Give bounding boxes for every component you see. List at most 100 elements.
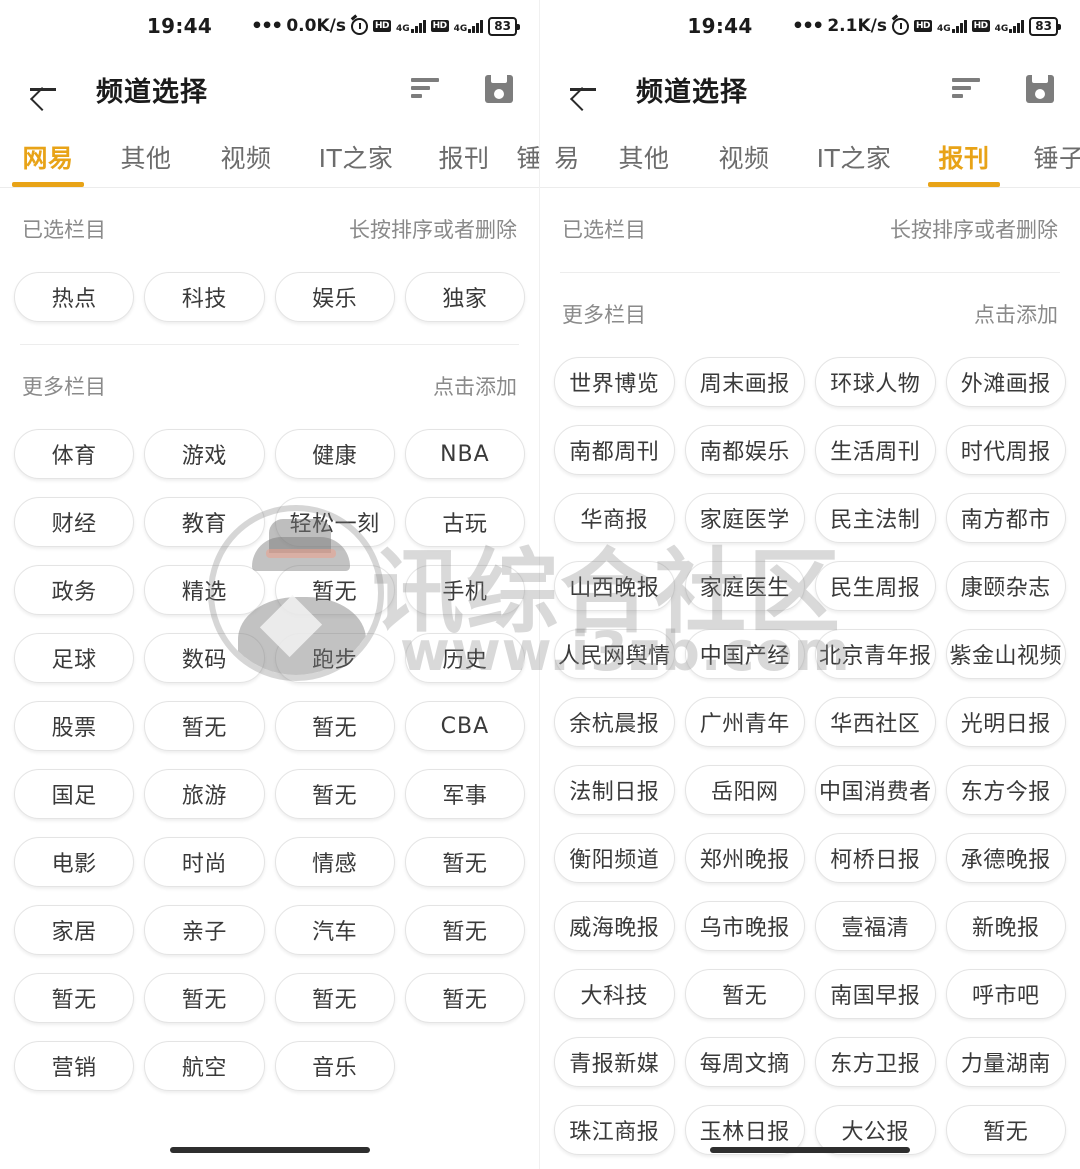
channel-chip[interactable]: 暂无 [404, 837, 525, 887]
channel-chip[interactable]: 威海晚报 [554, 901, 675, 951]
channel-chip[interactable]: 乌市晚报 [684, 901, 805, 951]
channel-chip[interactable]: 家庭医学 [684, 493, 805, 543]
channel-chip[interactable]: 周末画报 [684, 357, 805, 407]
channel-chip[interactable]: 广州青年 [684, 697, 805, 747]
back-arrow-icon[interactable] [566, 72, 600, 106]
channel-chip[interactable]: 娱乐 [274, 272, 395, 322]
channel-chip[interactable]: 岳阳网 [684, 765, 805, 815]
channel-chip[interactable]: 健康 [274, 429, 395, 479]
sort-icon[interactable] [952, 76, 982, 102]
channel-chip[interactable]: 教育 [144, 497, 265, 547]
channel-chip[interactable]: 北京青年报 [815, 629, 936, 679]
channel-chip[interactable]: 电影 [14, 837, 135, 887]
tab-4[interactable]: 报刊 [416, 139, 512, 187]
tab-0[interactable]: 网易 [0, 139, 96, 187]
channel-chip[interactable]: 新晚报 [945, 901, 1066, 951]
tab-1[interactable]: 其他 [594, 139, 694, 187]
channel-chip[interactable]: 暂无 [274, 565, 395, 615]
tab-0[interactable]: 易 [540, 139, 594, 187]
channel-chip[interactable]: 暂无 [945, 1105, 1066, 1155]
channel-chip[interactable]: 衡阳频道 [554, 833, 675, 883]
channel-chip[interactable]: 暂无 [404, 973, 525, 1023]
channel-chip[interactable]: CBA [404, 701, 525, 751]
channel-chip[interactable]: 环球人物 [815, 357, 936, 407]
channel-chip[interactable]: 暂无 [144, 973, 265, 1023]
channel-chip[interactable]: 轻松一刻 [274, 497, 395, 547]
channel-chip[interactable]: 跑步 [274, 633, 395, 683]
save-icon[interactable] [485, 75, 513, 103]
channel-chip[interactable]: 郑州晚报 [684, 833, 805, 883]
channel-chip[interactable]: 暂无 [274, 973, 395, 1023]
channel-chip[interactable]: 时尚 [144, 837, 265, 887]
channel-chip[interactable]: 珠江商报 [554, 1105, 675, 1155]
tab-5[interactable]: 锤子 [512, 139, 539, 187]
channel-chip[interactable]: 数码 [144, 633, 265, 683]
channel-chip[interactable]: 航空 [144, 1041, 265, 1091]
channel-chip[interactable]: 亲子 [144, 905, 265, 955]
channel-chip[interactable]: 南都娱乐 [684, 425, 805, 475]
channel-chip[interactable]: 承德晚报 [945, 833, 1066, 883]
channel-chip[interactable]: 中国产经 [684, 629, 805, 679]
channel-chip[interactable]: 古玩 [404, 497, 525, 547]
channel-chip[interactable]: 壹福清 [815, 901, 936, 951]
more-chip-grid[interactable]: 体育 游戏 健康 NBA 财经 教育 轻松一刻 古玩 政务 精选 暂无 手机 足球 数码 跑步 历史 股票 暂无暂… [0, 407, 539, 1091]
channel-chip[interactable]: 手机 [404, 565, 525, 615]
channel-chip[interactable]: 营销 [14, 1041, 135, 1091]
channel-chip[interactable]: 人民网舆情 [554, 629, 675, 679]
tab-1[interactable]: 其他 [96, 139, 196, 187]
channel-chip[interactable]: 呼市吧 [945, 969, 1066, 1019]
channel-chip[interactable]: 法制日报 [554, 765, 675, 815]
channel-chip[interactable]: 南国早报 [815, 969, 936, 1019]
channel-chip[interactable]: 汽车 [274, 905, 395, 955]
channel-chip[interactable]: 华商报 [554, 493, 675, 543]
channel-chip[interactable]: 音乐 [274, 1041, 395, 1091]
channel-chip[interactable]: 家庭医生 [684, 561, 805, 611]
channel-chip[interactable]: 柯桥日报 [815, 833, 936, 883]
channel-chip[interactable]: 南都周刊 [554, 425, 675, 475]
channel-chip[interactable]: 大科技 [554, 969, 675, 1019]
channel-chip[interactable]: 青报新媒 [554, 1037, 675, 1087]
tab-4[interactable]: 报刊 [914, 139, 1014, 187]
channel-chip[interactable]: 暂无 [144, 701, 265, 751]
tab-2[interactable]: 视频 [694, 139, 794, 187]
save-icon[interactable] [1026, 75, 1054, 103]
channel-chip[interactable]: 山西晚报 [554, 561, 675, 611]
home-indicator[interactable] [710, 1147, 910, 1153]
home-indicator[interactable] [169, 1147, 370, 1153]
channel-chip[interactable]: 情感 [274, 837, 395, 887]
channel-chip[interactable]: 足球 [14, 633, 135, 683]
channel-chip[interactable]: 科技 [144, 272, 265, 322]
channel-chip[interactable]: 暂无 [404, 905, 525, 955]
channel-chip[interactable]: 康颐杂志 [945, 561, 1066, 611]
more-chip-grid[interactable]: 世界博览 周末画报 环球人物 外滩画报 南都周刊 南都娱乐 生活周刊 时代周报 华商报 家庭医学民… [540, 335, 1080, 1155]
channel-chip[interactable]: 民主法制 [815, 493, 936, 543]
channel-chip[interactable]: 光明日报 [945, 697, 1066, 747]
channel-chip[interactable]: 旅游 [144, 769, 265, 819]
channel-chip[interactable]: 游戏 [144, 429, 265, 479]
channel-chip[interactable]: NBA [404, 429, 525, 479]
channel-chip[interactable]: 力量湖南 [945, 1037, 1066, 1087]
channel-chip[interactable]: 东方今报 [945, 765, 1066, 815]
channel-chip[interactable]: 暂无 [684, 969, 805, 1019]
channel-chip[interactable]: 暂无 [274, 769, 395, 819]
channel-chip[interactable]: 紫金山视频 [945, 629, 1066, 679]
back-arrow-icon[interactable] [26, 72, 60, 106]
category-tab-bar[interactable]: 易 其他 视频 IT之家 报刊 锤子 [540, 126, 1080, 188]
channel-chip[interactable]: 中国消费者 [815, 765, 936, 815]
channel-chip[interactable]: 体育 [14, 429, 135, 479]
tab-2[interactable]: 视频 [196, 139, 296, 187]
channel-chip[interactable]: 精选 [144, 565, 265, 615]
channel-chip[interactable]: 华西社区 [815, 697, 936, 747]
channel-chip[interactable]: 生活周刊 [815, 425, 936, 475]
channel-chip[interactable]: 军事 [404, 769, 525, 819]
tab-5[interactable]: 锤子 [1014, 139, 1080, 187]
channel-chip[interactable]: 东方卫报 [815, 1037, 936, 1087]
category-tab-bar[interactable]: 网易 其他 视频 IT之家 报刊锤子 [0, 126, 539, 188]
channel-chip[interactable]: 时代周报 [945, 425, 1066, 475]
selected-chip-grid[interactable]: 热点 科技 娱乐 独家 [0, 250, 539, 322]
channel-chip[interactable]: 股票 [14, 701, 135, 751]
sort-icon[interactable] [411, 76, 441, 102]
channel-chip[interactable]: 家居 [14, 905, 135, 955]
tab-3[interactable]: IT之家 [296, 139, 416, 187]
channel-chip[interactable]: 外滩画报 [945, 357, 1066, 407]
